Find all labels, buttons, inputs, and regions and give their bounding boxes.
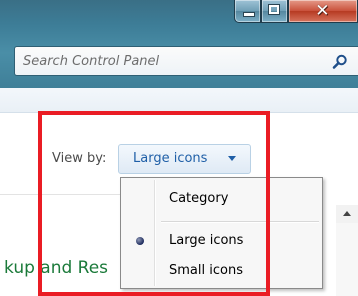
search-box[interactable] xyxy=(14,46,358,76)
close-icon: ✕ xyxy=(315,1,330,21)
scrollbar-track[interactable] xyxy=(336,223,358,296)
arrow-up-icon xyxy=(343,211,351,216)
caption-buttons: ✕ xyxy=(234,0,358,26)
maximize-icon xyxy=(268,4,281,15)
highlight-annotation xyxy=(38,111,270,296)
scroll-up-button[interactable] xyxy=(336,205,358,223)
maximize-button[interactable] xyxy=(261,0,289,23)
close-button[interactable]: ✕ xyxy=(288,0,358,23)
search-icon[interactable] xyxy=(331,53,349,71)
window-title-bar: ✕ xyxy=(0,0,358,88)
address-strip xyxy=(0,88,358,113)
minimize-icon xyxy=(243,12,255,17)
minimize-button[interactable] xyxy=(234,0,262,23)
search-input[interactable] xyxy=(23,52,323,70)
